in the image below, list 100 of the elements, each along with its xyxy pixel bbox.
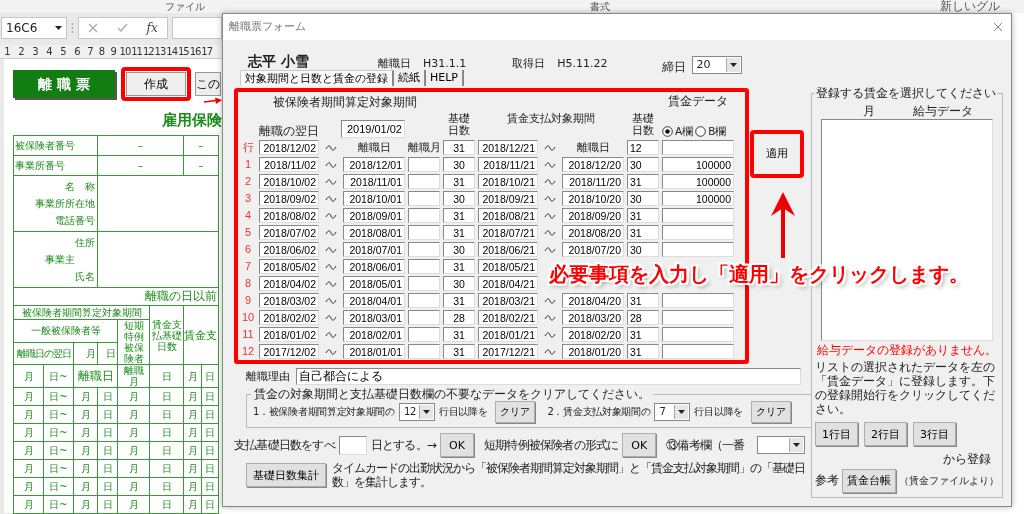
date-field[interactable]: 2018/08/20 [562,225,624,240]
row-button[interactable]: 1行目 [815,422,858,447]
number-field[interactable]: 31 [627,344,659,359]
date-field[interactable]: 2018/09/20 [562,208,624,223]
wage-field[interactable]: 100000 [662,157,734,172]
column-header[interactable]: 10 [119,45,131,58]
input-field[interactable] [408,276,440,291]
number-field[interactable]: 30 [443,191,475,206]
tally-button[interactable]: 基礎日数集計 [246,463,326,488]
number-field[interactable]: 30 [627,157,659,172]
input-field[interactable] [408,242,440,257]
number-field[interactable]: 31 [443,174,475,189]
number-field[interactable]: 31 [443,327,475,342]
clear-button[interactable]: クリア [495,401,536,424]
date-field[interactable]: 2018/12/21 [478,140,538,155]
date-field[interactable]: 2018/02/01 [343,327,405,342]
number-field[interactable]: 31 [627,225,659,240]
number-field[interactable]: 31 [443,293,475,308]
radio-button[interactable] [662,126,673,138]
number-field[interactable]: 31 [443,225,475,240]
date-field[interactable]: 2018/06/02 [259,242,319,257]
wage-field[interactable]: 100000 [662,174,734,189]
wage-field[interactable] [662,327,734,342]
number-field[interactable]: 31 [443,208,475,223]
date-field[interactable]: 2018/09/01 [343,208,405,223]
date-field[interactable]: 2018/05/02 [259,259,319,274]
date-field[interactable]: 2018/06/21 [478,242,538,257]
column-header[interactable]: 16 [189,45,201,58]
date-field[interactable]: 2018/05/21 [478,259,538,274]
wage-field[interactable] [662,344,734,359]
number-field[interactable]: 30 [627,242,659,257]
input-field[interactable] [408,157,440,172]
date-field[interactable]: 2019/01/02 [341,120,405,138]
date-field[interactable]: 2018/09/02 [259,191,319,206]
date-field[interactable]: 2018/11/01 [343,174,405,189]
column-header[interactable]: 4 [42,45,56,58]
column-header[interactable]: 1 [0,45,14,58]
number-field[interactable]: 30 [443,157,475,172]
date-field[interactable]: 2018/04/20 [562,293,624,308]
create-button[interactable]: 作成 [126,72,186,96]
date-field[interactable]: 2018/10/01 [343,191,405,206]
date-field[interactable]: 2018/04/01 [343,293,405,308]
wage-field[interactable] [662,208,734,223]
date-field[interactable]: 2018/01/01 [343,344,405,359]
input-field[interactable] [408,208,440,223]
date-field[interactable]: 2018/12/20 [562,157,624,172]
ribbon-label[interactable]: ファイル [165,0,205,13]
input-field[interactable] [408,293,440,308]
number-field[interactable]: 31 [627,208,659,223]
number-field[interactable]: 30 [627,191,659,206]
ok-button[interactable]: OK [440,433,474,458]
number-field[interactable]: 31 [443,344,475,359]
wage-field[interactable] [662,140,734,155]
date-field[interactable]: 2018/08/01 [343,225,405,240]
date-field[interactable]: 2018/11/02 [259,157,319,172]
cancel-icon[interactable] [88,23,99,33]
date-field[interactable]: 2018/04/21 [478,276,538,291]
wage-field[interactable] [662,310,734,325]
column-header[interactable]: 13 [154,45,166,58]
date-field[interactable]: 2018/03/20 [562,310,624,325]
date-field[interactable]: 2018/12/01 [343,157,405,172]
title-button[interactable]: 離 職 票 [13,70,115,98]
number-field[interactable]: 12 [627,140,659,155]
date-field[interactable]: 2018/03/01 [343,310,405,325]
formula-field[interactable] [172,17,222,39]
date-field[interactable]: 2018/11/20 [562,174,624,189]
date-field[interactable]: 2018/07/21 [478,225,538,240]
date-field[interactable]: 2018/03/21 [478,293,538,308]
date-field[interactable]: 2018/03/02 [259,293,319,308]
ribbon-label[interactable]: 書式 [590,0,610,13]
date-field[interactable]: 2018/08/21 [478,208,538,223]
date-field[interactable]: 2018/07/20 [562,242,624,257]
date-field[interactable]: 2018/11/21 [478,157,538,172]
column-header[interactable]: 15 [177,45,190,58]
column-header[interactable]: 3 [28,45,42,58]
date-field[interactable]: 2018/01/02 [259,327,319,342]
tab[interactable]: 対象期間と日数と賃金の登録 [240,70,394,86]
column-header[interactable]: 8 [95,45,108,58]
row-button[interactable]: 3行目 [913,422,956,447]
dropdown[interactable]: 20 [691,56,742,74]
number-field[interactable]: 28 [443,310,475,325]
column-header[interactable]: 14 [165,45,178,58]
date-field[interactable]: 2018/02/20 [562,327,624,342]
date-field[interactable]: 2018/10/20 [562,191,624,206]
dropdown[interactable]: 7 [654,403,691,422]
date-field[interactable]: 2018/07/01 [343,242,405,257]
input-field[interactable] [338,435,367,455]
ok-button[interactable]: OK [622,433,657,458]
number-field[interactable]: 30 [443,276,475,291]
date-field[interactable]: 2018/12/02 [259,140,319,155]
dropdown[interactable]: 12 [398,403,435,422]
number-field[interactable]: 28 [627,310,659,325]
date-field[interactable]: 2017/12/21 [478,344,538,359]
number-field[interactable]: 31 [627,174,659,189]
input-field[interactable] [408,327,440,342]
input-field[interactable] [408,344,440,359]
date-field[interactable]: 2018/01/21 [478,327,538,342]
date-field[interactable]: 2018/06/01 [343,259,405,274]
clear-button[interactable]: クリア [750,401,791,424]
column-header[interactable]: 6 [70,45,84,58]
